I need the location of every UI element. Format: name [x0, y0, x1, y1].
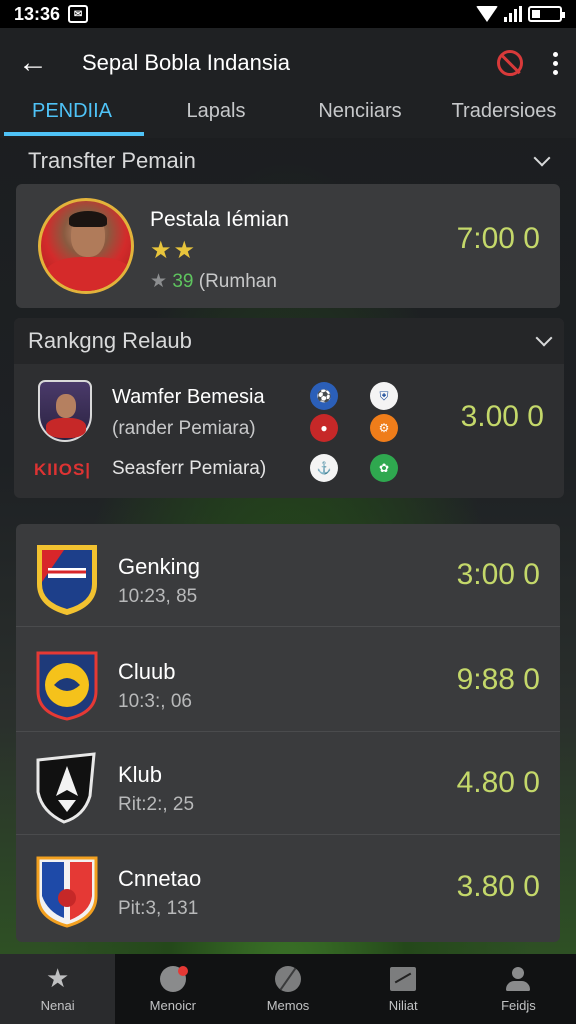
ranking-section-header[interactable]: Rankgng Relaub [14, 318, 564, 364]
chevron-down-icon [535, 329, 553, 347]
tab-bar: PENDIIA Lapals Nenciiars Tradersioes [0, 98, 576, 138]
nav-memos[interactable]: Memos [230, 954, 345, 1024]
app-bar: ← Sepal Bobla Indansia [0, 28, 576, 98]
club-crest-icon [36, 856, 98, 928]
club-score: 3.80 0 [456, 870, 540, 903]
ranking-section-title: Rankgng Relaub [28, 328, 192, 353]
star-icon: ★ [150, 271, 168, 292]
ranking-top-name: Wamfer Bemesia [112, 386, 265, 408]
nav-label: Memos [266, 997, 310, 1013]
signal-icon [504, 6, 522, 22]
club-badge-icon: ⚓ [310, 454, 338, 482]
chart-icon [388, 966, 418, 992]
nav-label: Niliat [388, 997, 418, 1013]
club-logo-text: KIIOS| [34, 460, 92, 479]
club-badge-icon: ⚙ [370, 414, 398, 442]
list-item[interactable]: Cluub 10:3:, 06 9:88 0 [16, 629, 560, 732]
status-bar: 13:36 ✉ [0, 0, 576, 28]
tab-pendiia[interactable]: PENDIIA [0, 98, 144, 138]
club-stats: Rit:2:, 25 [118, 794, 195, 815]
person-icon [503, 966, 533, 992]
nav-menoicr[interactable]: Menoicr [115, 954, 230, 1024]
nav-feidjs[interactable]: Feidjs [461, 954, 576, 1024]
back-arrow-icon[interactable]: ← [18, 46, 58, 80]
more-options-icon[interactable] [553, 51, 558, 75]
club-list: Genking 10:23, 85 3:00 0 Cluub 10:3:, 06… [16, 524, 560, 942]
tab-lapals[interactable]: Lapals [144, 98, 288, 138]
notifications-off-icon[interactable] [497, 50, 523, 76]
player-name: Pestala Iémian [150, 208, 289, 231]
ranking-top-score: 3.00 0 [460, 400, 544, 433]
wifi-icon [476, 6, 498, 22]
player-card[interactable]: Pestala Iémian ★★ ★ 39 (Rumhan 7:00 0 [16, 184, 560, 308]
nav-label: Feidjs [501, 997, 536, 1013]
club-badge-icon: ✿ [370, 454, 398, 482]
globe-icon [273, 965, 303, 992]
club-crest-icon [36, 752, 96, 824]
nav-nenai[interactable]: ★ Nenai [0, 954, 116, 1024]
nav-label: Menoicr [149, 997, 196, 1013]
club-name: Genking [118, 554, 200, 579]
nav-label: Nenai [40, 997, 75, 1013]
bottom-navigation: ★ Nenai Menoicr Memos Niliat Feidjs [0, 954, 576, 1024]
list-item[interactable]: Cnnetao Pit:3, 131 3.80 0 [16, 836, 560, 939]
club-crest-icon [37, 545, 97, 616]
transfer-section-title: Transfter Pemain [28, 148, 196, 173]
star-icon: ★ [45, 963, 70, 993]
message-icon: ✉ [68, 5, 89, 23]
player-meta: ★ 39 (Rumhan [150, 270, 277, 293]
app-title: Sepal Bobla Indansia [82, 50, 290, 75]
transfer-section-header[interactable]: Transfter Pemain [14, 138, 562, 184]
club-stats: Pit:3, 131 [118, 898, 199, 919]
club-name: Cluub [118, 659, 176, 684]
player-avatar [38, 198, 134, 294]
chevron-down-icon [533, 149, 551, 167]
player-meta-text: (Rumhan [198, 271, 277, 292]
club-score: 3:00 0 [456, 558, 540, 591]
club-crest-icon [36, 651, 98, 721]
tab-tradersioes[interactable]: Tradersioes [432, 98, 576, 138]
player-rating-stars: ★★ [150, 237, 198, 264]
status-time: 13:36 [14, 3, 61, 24]
club-score: 9:88 0 [456, 663, 540, 696]
player-meta-number: 39 [172, 271, 194, 292]
club-badge-icon: ● [310, 414, 338, 442]
tab-nenciiars[interactable]: Nenciiars [288, 98, 432, 138]
list-item[interactable]: Genking 10:23, 85 3:00 0 [16, 524, 560, 627]
club-name: Cnnetao [118, 866, 202, 891]
list-item[interactable]: Klub Rit:2:, 25 4.80 0 [16, 732, 560, 835]
ranking-top-line3: Seasferr Pemiara) [112, 458, 267, 479]
club-badge-icon: ⚽ [310, 382, 338, 410]
ball-icon [158, 965, 188, 992]
club-score: 4.80 0 [456, 766, 540, 799]
club-badge-icon: ⛨ [370, 382, 398, 410]
ranking-top-sub: (rander Pemiara) [112, 418, 256, 439]
club-name: Klub [118, 762, 163, 787]
ranking-section: Rankgng Relaub Wamfer Bemesia (rander Pe… [14, 318, 564, 498]
player-score: 7:00 0 [456, 222, 540, 255]
club-stats: 10:23, 85 [118, 586, 198, 607]
ranking-top-card[interactable]: Wamfer Bemesia (rander Pemiara) KIIOS| S… [14, 364, 564, 498]
battery-icon [528, 6, 565, 22]
club-player-avatar [38, 380, 92, 442]
nav-niliat[interactable]: Niliat [346, 954, 461, 1024]
club-stats: 10:3:, 06 [118, 691, 192, 712]
